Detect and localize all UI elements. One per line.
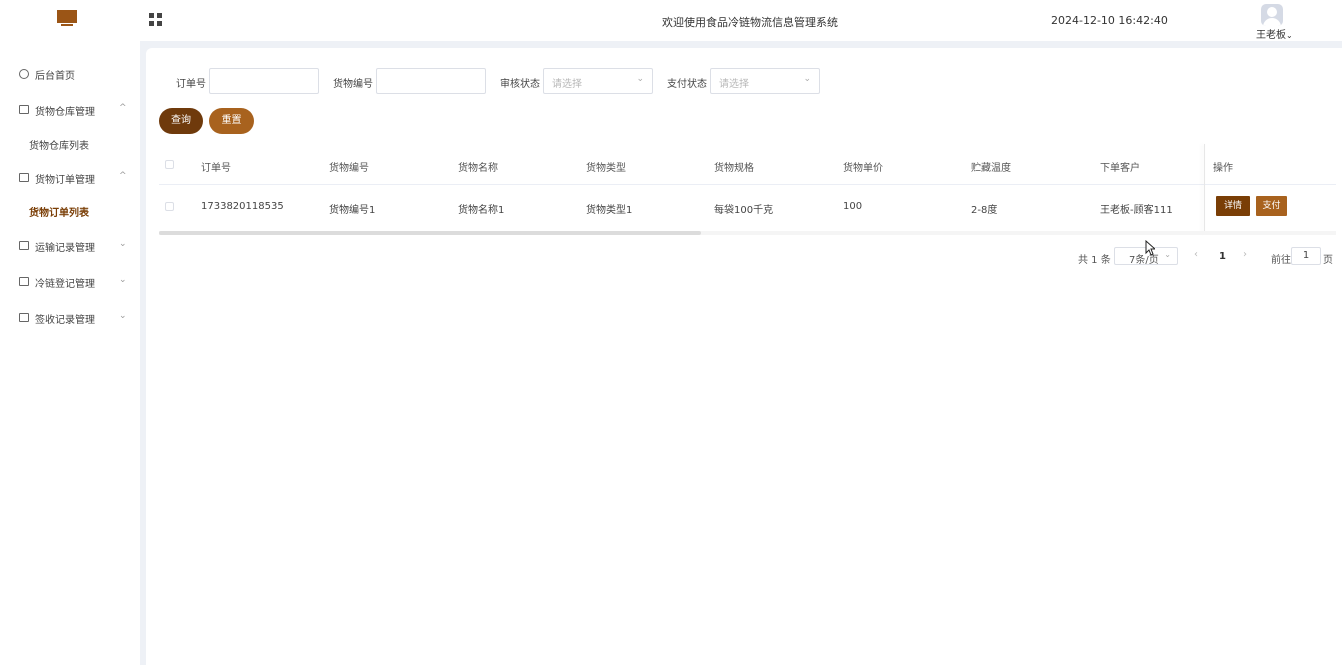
horizontal-scrollbar[interactable] — [159, 231, 1336, 235]
system-title: 欢迎使用食品冷链物流信息管理系统 — [662, 16, 838, 29]
prev-page-icon[interactable]: ‹ — [1194, 249, 1198, 260]
chevron-down-icon: ⌄ — [119, 239, 127, 249]
chevron-down-icon: ⌄ — [1164, 250, 1171, 259]
fixed-column-divider — [1204, 144, 1205, 234]
clock-icon — [19, 69, 29, 79]
goods-no-label: 货物编号 — [333, 79, 373, 90]
column-header: 货物类型 — [586, 163, 626, 174]
chevron-up-icon: ^ — [119, 103, 127, 113]
next-page-icon[interactable]: › — [1243, 249, 1247, 260]
query-button[interactable]: 查询 — [159, 108, 203, 134]
folder-icon — [19, 277, 29, 286]
sidebar-item-warehouse-management[interactable]: 货物仓库管理 ^ — [0, 95, 140, 125]
folder-icon — [19, 241, 29, 250]
order-no-input[interactable] — [209, 68, 319, 94]
sidebar-item-order-management[interactable]: 货物订单管理 ^ — [0, 163, 140, 193]
page-number-current[interactable]: 1 — [1219, 251, 1226, 262]
sidebar-item-label: 货物仓库列表 — [29, 141, 89, 152]
sidebar-item-label: 货物订单管理 — [35, 175, 95, 186]
column-header: 货物编号 — [329, 163, 369, 174]
cell-order-no: 1733820118535 — [201, 201, 284, 212]
chevron-down-icon: ⌄ — [636, 74, 644, 84]
folder-icon — [19, 105, 29, 114]
detail-button[interactable]: 详情 — [1216, 196, 1250, 216]
pay-status-label: 支付状态 — [667, 79, 707, 90]
user-avatar[interactable] — [1261, 4, 1283, 26]
sidebar-item-coldchain-management[interactable]: 冷链登记管理 ⌄ — [0, 267, 140, 297]
column-header: 货物单价 — [843, 163, 883, 174]
chevron-down-icon: ⌄ — [1286, 31, 1293, 40]
collapse-menu-icon[interactable] — [149, 13, 163, 27]
column-header: 下单客户 — [1100, 163, 1140, 174]
column-header: 贮藏温度 — [971, 163, 1011, 174]
sidebar-item-transport-management[interactable]: 运输记录管理 ⌄ — [0, 231, 140, 261]
select-all-checkbox[interactable] — [165, 160, 174, 169]
current-datetime: 2024-12-10 16:42:40 — [1051, 14, 1168, 27]
orders-table: 订单号 货物编号 货物名称 货物类型 货物规格 货物单价 贮藏温度 下单客户 操… — [159, 144, 1336, 234]
folder-icon — [19, 173, 29, 182]
cell-goods-type: 货物类型1 — [586, 205, 633, 216]
pay-button[interactable]: 支付 — [1256, 196, 1287, 216]
goto-label: 前往 — [1271, 255, 1291, 266]
header-divider — [159, 184, 1336, 185]
audit-status-placeholder: 请选择 — [552, 79, 582, 90]
row-checkbox[interactable] — [165, 202, 174, 211]
cell-goods-name: 货物名称1 — [458, 205, 505, 216]
audit-status-select[interactable]: 请选择 ⌄ — [543, 68, 653, 94]
sidebar-item-warehouse-list[interactable]: 货物仓库列表 — [0, 129, 140, 159]
folder-icon — [19, 313, 29, 322]
sidebar-item-label: 运输记录管理 — [35, 243, 95, 254]
user-name-label: 王老板 — [1256, 30, 1286, 41]
pay-status-placeholder: 请选择 — [719, 79, 749, 90]
pagination-total: 共 1 条 — [1078, 255, 1111, 266]
sidebar-item-label: 货物订单列表 — [29, 208, 89, 219]
chevron-up-icon: ^ — [119, 171, 127, 181]
sidebar-item-home[interactable]: 后台首页 — [0, 59, 140, 89]
sidebar-item-order-list[interactable]: 货物订单列表 — [0, 196, 140, 226]
sidebar-item-label: 货物仓库管理 — [35, 107, 95, 118]
scrollbar-thumb[interactable] — [159, 231, 701, 235]
reset-button[interactable]: 重置 — [209, 108, 254, 134]
column-header: 货物规格 — [714, 163, 754, 174]
mouse-cursor-icon — [1145, 240, 1155, 256]
cell-goods-spec: 每袋100千克 — [714, 205, 774, 216]
audit-status-label: 审核状态 — [500, 79, 540, 90]
sidebar: 后台首页 货物仓库管理 ^ 货物仓库列表 货物订单管理 ^ 货物订单列表 运输记… — [0, 41, 140, 665]
cell-storage-temp: 2-8度 — [971, 205, 998, 216]
chevron-down-icon: ⌄ — [119, 311, 127, 321]
goods-no-input[interactable] — [376, 68, 486, 94]
sidebar-item-receipt-management[interactable]: 签收记录管理 ⌄ — [0, 303, 140, 333]
cell-customer: 王老板-顾客111 — [1100, 205, 1173, 216]
sidebar-item-label: 签收记录管理 — [35, 315, 95, 326]
sidebar-item-label: 冷链登记管理 — [35, 279, 95, 290]
user-menu[interactable]: 王老板⌄ — [1256, 26, 1293, 41]
sidebar-item-label: 后台首页 — [35, 71, 75, 82]
monitor-logo-icon — [57, 10, 77, 26]
cell-unit-price: 100 — [843, 201, 863, 212]
column-header: 货物名称 — [458, 163, 498, 174]
column-header: 操作 — [1213, 163, 1233, 174]
column-header: 订单号 — [201, 163, 231, 174]
chevron-down-icon: ⌄ — [119, 275, 127, 285]
top-header: 欢迎使用食品冷链物流信息管理系统 2024-12-10 16:42:40 王老板… — [0, 0, 1342, 41]
main-content: 订单号 货物编号 审核状态 请选择 ⌄ 支付状态 请选择 ⌄ 查询 重置 订单号… — [146, 48, 1342, 665]
chevron-down-icon: ⌄ — [803, 74, 811, 84]
page-suffix: 页 — [1323, 255, 1333, 266]
order-no-label: 订单号 — [176, 79, 206, 90]
cell-goods-no: 货物编号1 — [329, 205, 376, 216]
pay-status-select[interactable]: 请选择 ⌄ — [710, 68, 820, 94]
goto-page-input[interactable]: 1 — [1291, 247, 1321, 265]
